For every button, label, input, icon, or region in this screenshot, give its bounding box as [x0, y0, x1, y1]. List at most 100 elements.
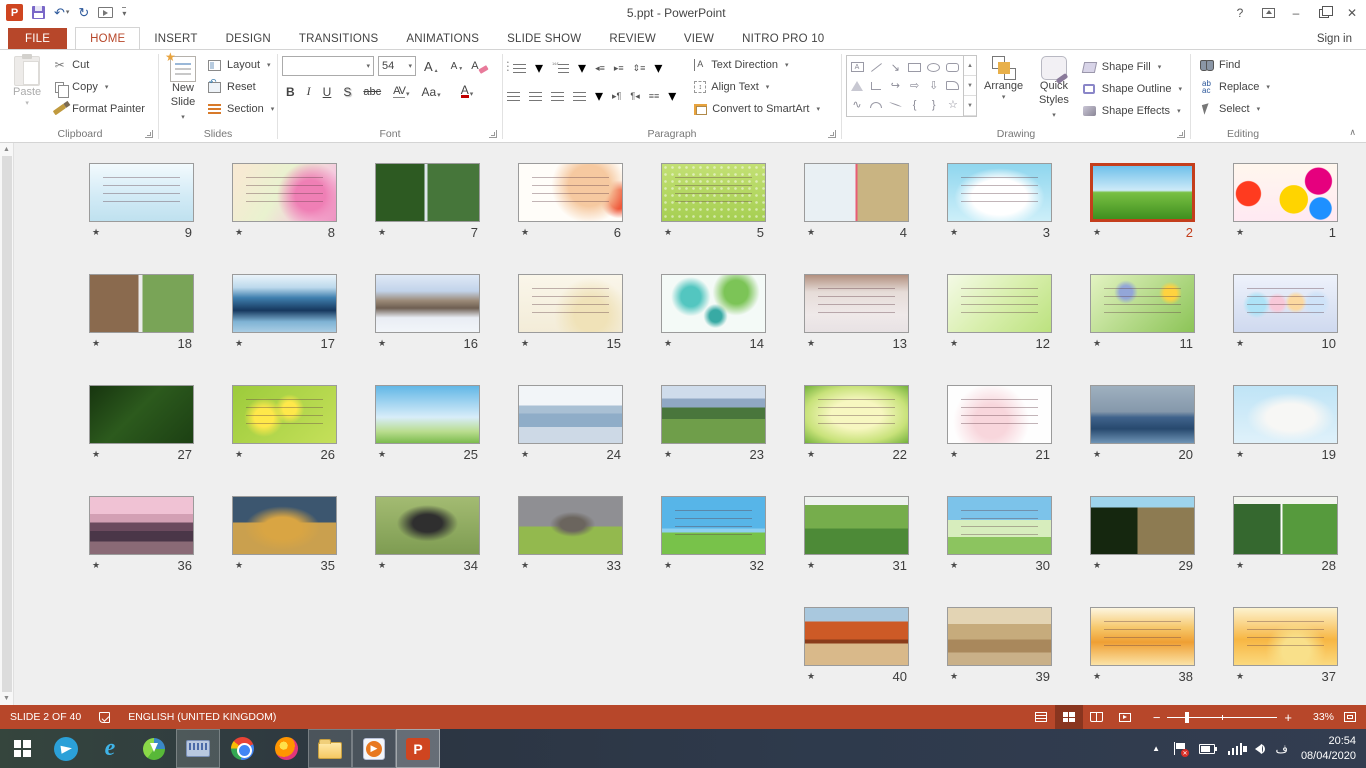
- taskbar-clock[interactable]: 20:54 08/04/2020: [1301, 734, 1356, 764]
- zoom-in-button[interactable]: +: [1284, 710, 1292, 725]
- format-painter-button[interactable]: Format Painter: [48, 98, 149, 120]
- section-button[interactable]: Section▾: [203, 98, 278, 120]
- slide-17-ice-sea[interactable]: ★17: [232, 274, 337, 385]
- slide-6-peach-flowers-text[interactable]: ★6: [518, 163, 623, 274]
- slide-31-green-meadow[interactable]: ★31: [804, 496, 909, 607]
- save-icon[interactable]: [32, 6, 45, 19]
- slide-thumbnail[interactable]: [804, 274, 909, 333]
- slide-thumbnail[interactable]: [89, 385, 194, 444]
- slide-38-orange-gradient-text[interactable]: ★38: [1090, 607, 1195, 705]
- slide-thumbnail[interactable]: [89, 496, 194, 555]
- slide-thumbnail[interactable]: [518, 385, 623, 444]
- shape-outline-button[interactable]: Shape Outline▾: [1078, 78, 1186, 100]
- reset-button[interactable]: Reset: [203, 76, 278, 98]
- slide-thumbnail[interactable]: [232, 163, 337, 222]
- slide-9-winter-text[interactable]: ★9: [89, 163, 194, 274]
- taskbar-telegram[interactable]: [44, 729, 88, 768]
- slide-36-baobab-sunset[interactable]: ★36: [89, 496, 194, 607]
- justify-button[interactable]: [573, 92, 586, 101]
- slide-thumbnail[interactable]: [661, 496, 766, 555]
- new-slide-button[interactable]: New Slide ▾: [163, 52, 203, 123]
- taskbar-powerpoint[interactable]: P: [396, 729, 440, 768]
- taskbar-idm[interactable]: [132, 729, 176, 768]
- slide-20-bird-flock[interactable]: ★20: [1090, 385, 1195, 496]
- taskbar-chrome[interactable]: [220, 729, 264, 768]
- hidden-icons-button[interactable]: ▲: [1152, 744, 1160, 753]
- quick-styles-button[interactable]: Quick Styles ▾: [1030, 55, 1078, 121]
- slide-thumbnail[interactable]: [1090, 385, 1195, 444]
- slide-2-green-globe-title[interactable]: ★2: [1090, 163, 1195, 274]
- slide-32-sky-grass-text2[interactable]: ★32: [661, 496, 766, 607]
- slide-34-zebra[interactable]: ★34: [375, 496, 480, 607]
- slide-thumbnail[interactable]: [1233, 385, 1338, 444]
- character-spacing-button[interactable]: AV▾: [389, 83, 413, 100]
- underline-button[interactable]: U: [319, 83, 336, 101]
- slide-thumbnail[interactable]: [89, 274, 194, 333]
- slide-39-desert-camels[interactable]: ★39: [947, 607, 1052, 705]
- font-size-combobox[interactable]: 54▾: [378, 56, 416, 76]
- bold-button[interactable]: B: [282, 83, 299, 101]
- scrollbar-thumb[interactable]: [2, 156, 12, 692]
- slide-thumbnail[interactable]: [1233, 607, 1338, 666]
- powerpoint-logo-icon[interactable]: P: [6, 4, 23, 21]
- italic-button[interactable]: I: [303, 82, 315, 101]
- slide-show-button[interactable]: [1111, 705, 1139, 729]
- slide-11-sun-cloud-green[interactable]: ★11: [1090, 274, 1195, 385]
- slide-26-yellow-leaves-text[interactable]: ★26: [232, 385, 337, 496]
- slide-thumbnail[interactable]: [804, 163, 909, 222]
- slide-thumbnail[interactable]: [1233, 163, 1338, 222]
- slide-3-sky-cloud-note[interactable]: ★3: [947, 163, 1052, 274]
- text-shadow-button[interactable]: S: [339, 83, 355, 101]
- language-indicator[interactable]: ENGLISH (UNITED KINGDOM): [128, 711, 276, 723]
- slide-24-flamingos[interactable]: ★24: [518, 385, 623, 496]
- slide-thumbnail[interactable]: [947, 607, 1052, 666]
- tab-nitro-pro-10[interactable]: NITRO PRO 10: [728, 28, 838, 49]
- slide-sorter-view-button[interactable]: [1055, 705, 1083, 729]
- font-name-combobox[interactable]: ▾: [282, 56, 374, 76]
- slide-25-sky-banners[interactable]: ★25: [375, 385, 480, 496]
- slide-5-green-dots-pencils[interactable]: ★5: [661, 163, 766, 274]
- slide-thumbnail[interactable]: [89, 163, 194, 222]
- tab-review[interactable]: REVIEW: [595, 28, 670, 49]
- align-right-button[interactable]: [551, 92, 564, 101]
- shapes-gallery-scroll[interactable]: ▲ ▼ ▼: [964, 55, 977, 117]
- slide-thumbnail[interactable]: [1233, 496, 1338, 555]
- replace-button[interactable]: abacReplace▾: [1195, 76, 1291, 98]
- slide-28-bamboo-pair[interactable]: ★28: [1233, 496, 1338, 607]
- network-signal-icon[interactable]: [1228, 743, 1243, 755]
- slide-thumbnail[interactable]: [947, 163, 1052, 222]
- right-to-left-button[interactable]: ¶◂: [630, 91, 639, 102]
- input-language-badge[interactable]: ف: [1275, 742, 1287, 756]
- text-direction-button[interactable]: AText Direction▾: [690, 54, 824, 76]
- reading-view-button[interactable]: [1083, 705, 1111, 729]
- slide-4-polar-bear-cactus[interactable]: ★4: [804, 163, 909, 274]
- drawing-dialog-launcher[interactable]: [1177, 130, 1185, 138]
- decrease-indent-button[interactable]: ◂≡: [595, 63, 605, 74]
- taskbar-internet-explorer[interactable]: e: [88, 729, 132, 768]
- slide-thumbnail[interactable]: [232, 385, 337, 444]
- slide-thumbnail[interactable]: [518, 163, 623, 222]
- zoom-slider[interactable]: [1167, 717, 1277, 718]
- increase-indent-button[interactable]: ▸≡: [614, 63, 624, 74]
- paragraph-dialog-launcher[interactable]: [828, 130, 836, 138]
- slide-thumbnail[interactable]: [661, 274, 766, 333]
- slide-thumbnail[interactable]: [375, 163, 480, 222]
- restore-button[interactable]: [1310, 2, 1338, 24]
- cut-button[interactable]: ✂Cut: [48, 54, 149, 76]
- slide-thumbnail[interactable]: [232, 274, 337, 333]
- slide-7-forest-pair[interactable]: ★7: [375, 163, 480, 274]
- tab-slide-show[interactable]: SLIDE SHOW: [493, 28, 595, 49]
- slide-33-elephant[interactable]: ★33: [518, 496, 623, 607]
- zoom-slider-thumb[interactable]: [1185, 712, 1189, 723]
- start-from-beginning-icon[interactable]: [98, 7, 113, 18]
- align-center-button[interactable]: [529, 92, 542, 101]
- shape-fill-button[interactable]: Shape Fill▾: [1078, 56, 1186, 78]
- slide-1-flowers-butterfly[interactable]: ★1: [1233, 163, 1338, 274]
- tab-design[interactable]: DESIGN: [212, 28, 285, 49]
- slide-thumbnail[interactable]: [375, 274, 480, 333]
- slide-thumbnail[interactable]: [661, 163, 766, 222]
- convert-to-smartart-button[interactable]: Convert to SmartArt▾: [690, 98, 824, 120]
- slide-thumbnail[interactable]: [1090, 274, 1195, 333]
- minimize-button[interactable]: –: [1282, 2, 1310, 24]
- slide-14-world-map[interactable]: ★14: [661, 274, 766, 385]
